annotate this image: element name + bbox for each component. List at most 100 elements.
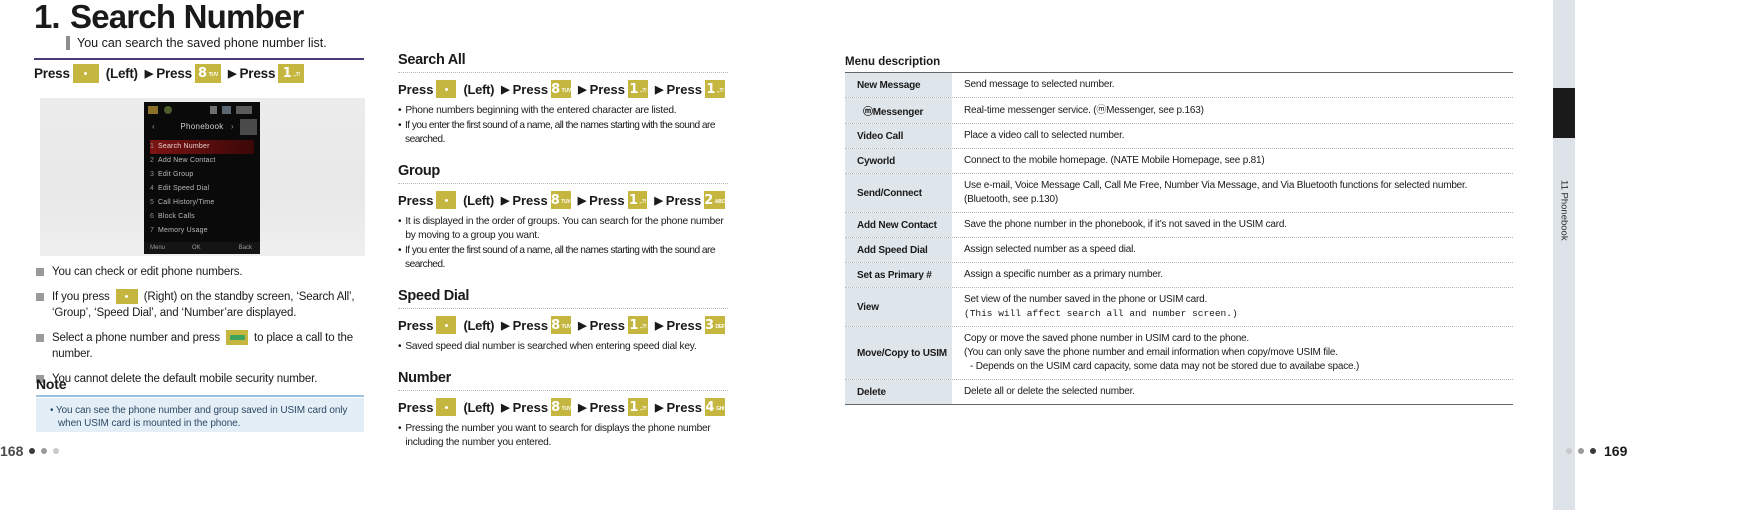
square-bullet-icon (36, 334, 44, 342)
press-label-2: Press (156, 66, 192, 81)
battery-icon (148, 106, 158, 114)
table-cell-label: Delete (845, 380, 952, 404)
page-dots-left (29, 448, 65, 454)
key-1-icon: 1.,?! (627, 80, 649, 98)
table-row: New Message Send message to selected num… (845, 73, 1513, 98)
phone-display: ‹ Phonebook › 1 Search Number 2 Add New Co… (144, 102, 260, 254)
table-cell-label: Cyworld (845, 149, 952, 173)
key-8-icon: 8 TUV (551, 316, 572, 334)
press-label: Press (666, 317, 702, 333)
arrow-icon: ▶ (655, 319, 664, 332)
table-row: Move/Copy to USIM Copy or move the saved… (845, 327, 1513, 380)
press-label: Press (512, 192, 548, 208)
nav-key-icon (436, 316, 457, 334)
key-1-icon: 1.,?! (627, 398, 649, 416)
subtitle-text: You can search the saved phone number li… (77, 36, 327, 50)
table-cell-desc: Send message to selected number. (964, 79, 1115, 90)
note-heading-text: Note (36, 376, 67, 392)
press-label: Press (512, 317, 549, 333)
subtitle-row: You can search the saved phone number li… (66, 36, 327, 50)
list-item: 7 Memory Usage (150, 227, 208, 234)
table-cell-desc: Copy or move the saved phone number in U… (964, 333, 1360, 372)
purple-divider (34, 58, 364, 60)
press-label-3: Press (239, 66, 276, 81)
middle-column: Search All Press (Left) ▶ Press 8 TUV ▶ P… (398, 52, 728, 466)
list-item: 2 Add New Contact (150, 157, 216, 164)
left-direction-label: (Left) (463, 192, 494, 208)
nav-key-icon (436, 80, 457, 98)
phone-status-bar (144, 102, 260, 118)
section-search-all: Search All Press (Left) ▶ Press 8 TUV ▶ P… (398, 52, 728, 147)
section-note: • If you enter the first sound of a name,… (398, 245, 716, 270)
table-row: Add Speed Dial Assign selected number as… (845, 238, 1513, 263)
table-row: ⓜMessenger Real-time messenger service. … (845, 98, 1513, 124)
arrow-icon: ▶ (655, 83, 664, 96)
nav-key-icon (72, 64, 99, 83)
section-heading: Number (398, 370, 451, 386)
dot-3 (53, 448, 60, 454)
key-8-icon: 8 TUV (551, 398, 572, 416)
table-row: Cyworld Connect to the mobile homepage. … (845, 149, 1513, 174)
table-cell-desc: Assign selected number as a speed dial. (964, 244, 1136, 255)
softkey-center: OK (192, 245, 201, 251)
manual-page-spread: 1. Search Number You can search the save… (0, 0, 1749, 510)
list-item: 3 Edit Group (150, 171, 194, 178)
page-number-right-text: 169 (1604, 443, 1628, 459)
press-sequence: Press (Left) ▶ Press 8 TUV ▶ Press 1.,?! … (398, 80, 728, 98)
title-text: Search Number (69, 0, 304, 35)
dot-1 (1566, 448, 1572, 454)
arrow-icon: ▶ (578, 83, 587, 96)
dotted-rule (398, 308, 728, 309)
right-page: Menu description New Message Send messag… (840, 0, 1749, 510)
key-2-icon: 2 ABC (704, 191, 725, 209)
key-1-icon: 1 .,?! (278, 64, 305, 83)
section-note: • Pressing the number you want to search … (398, 423, 711, 448)
list-item: 5 Call History/Time (150, 199, 215, 206)
press-sequence-main: Press (Left) ▶ Press 8 TUV ▶ Press 1 .,?… (34, 64, 307, 83)
section-note: • If you enter the first sound of a name,… (398, 120, 716, 145)
dot-3 (1590, 448, 1596, 454)
table-row: Set as Primary # Assign a specific numbe… (845, 263, 1513, 288)
menu-description-table: New Message Send message to selected num… (845, 72, 1513, 405)
arrow-icon: ▶ (501, 319, 510, 332)
dot-2 (41, 448, 48, 454)
globe-icon (164, 106, 172, 114)
dot-2 (1578, 448, 1584, 454)
table-cell-label: Move/Copy to USIM (845, 327, 952, 379)
table-row: Video Call Place a video call to selecte… (845, 124, 1513, 149)
key-1-icon: 1.,?! (627, 316, 649, 334)
section-heading: Search All (398, 52, 466, 68)
key-3-icon: 3 DEF (704, 316, 725, 334)
table-heading: Menu description (845, 56, 941, 68)
table-cell-desc: Delete all or delete the selected number… (964, 386, 1135, 397)
list-item: 4 Edit Speed Dial (150, 185, 210, 192)
dotted-rule (398, 183, 728, 184)
press-label: Press (589, 81, 625, 97)
phone-title-text: Phonebook (180, 122, 224, 131)
table-cell-label: View (845, 288, 952, 326)
key-4-icon: 4 GHI (704, 398, 725, 416)
press-label: Press (589, 317, 625, 333)
section-group: Group Press (Left) ▶ Press 8 TUV ▶ Press … (398, 163, 728, 272)
nav-key-icon (115, 289, 138, 305)
side-tab-marker (1553, 88, 1575, 138)
square-bullet-icon (36, 293, 44, 301)
table-cell-desc: Assign a specific number as a primary nu… (964, 269, 1163, 280)
table-cell-label: New Message (845, 73, 952, 97)
memo-icon (210, 106, 217, 114)
bullet-item: You can check or edit phone numbers. (36, 264, 381, 280)
left-direction-label: (Left) (463, 399, 495, 415)
list-item: 6 Block Calls (150, 213, 195, 220)
nav-key-icon (436, 191, 457, 209)
key-8-icon: 8 TUV (550, 191, 571, 209)
bullet-text: If you press (Right) on the standby scre… (52, 289, 355, 319)
bullet-text: Select a phone number and press to place… (52, 330, 354, 360)
phone-menu-title: ‹ Phonebook › (144, 118, 260, 136)
dotted-rule (398, 72, 728, 73)
arrow-icon: ▶ (578, 401, 587, 414)
arrow-icon: ▶ (501, 83, 510, 96)
section-note: • Saved speed dial number is searched whe… (398, 341, 697, 352)
subtitle-bar-icon (66, 36, 70, 50)
table-row: View Set view of the number saved in the… (845, 288, 1513, 327)
press-label: Press (665, 192, 702, 208)
